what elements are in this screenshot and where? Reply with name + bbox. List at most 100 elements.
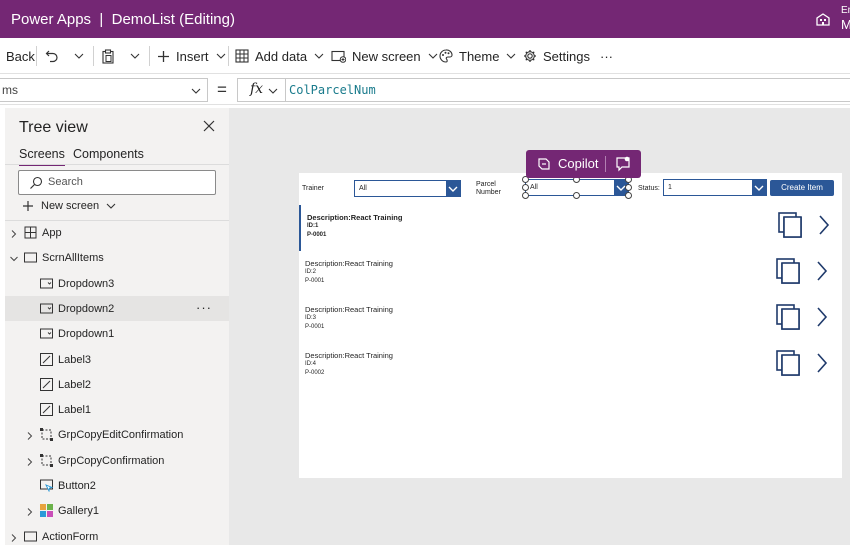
chevron-right-icon[interactable] (816, 353, 828, 373)
copy-icon[interactable] (776, 350, 800, 376)
close-icon[interactable] (203, 120, 215, 132)
back-button[interactable]: Back (6, 38, 35, 74)
dropdown-icon (40, 327, 53, 340)
id-label: ID:3 (305, 315, 317, 321)
chevron-down-icon (754, 185, 764, 191)
plus-icon (23, 201, 33, 211)
app-screen-preview[interactable]: Trainer All Parcel Number All Status: 1 … (299, 173, 842, 478)
gallery-item[interactable]: Description:React Training ID:2 P-0001 (299, 251, 842, 297)
copy-icon[interactable] (776, 258, 800, 284)
copilot-button[interactable]: Copilot (558, 156, 598, 171)
insert-button[interactable]: Insert (157, 38, 226, 74)
undo-button[interactable] (45, 38, 59, 74)
label-icon (40, 377, 53, 391)
tree-item-label: Gallery1 (58, 505, 99, 518)
settings-button[interactable]: Settings (523, 38, 590, 74)
chevron-down-icon (191, 88, 201, 94)
add-data-button[interactable]: Add data (235, 38, 324, 74)
status-dropdown[interactable]: 1 (663, 179, 767, 196)
gallery-item[interactable]: Description:React Training ID:4 P-0002 (299, 343, 842, 389)
paste-button[interactable] (101, 38, 115, 74)
property-selector[interactable]: ms (0, 78, 208, 102)
description-label: Description:React Training (305, 259, 393, 268)
search-placeholder: Search (48, 176, 83, 188)
create-item-button[interactable]: Create Item (770, 180, 834, 196)
database-grid-icon (235, 49, 249, 63)
tree-item-label2[interactable]: Label2 (5, 372, 229, 397)
search-input[interactable]: Search (18, 170, 216, 195)
selection-handle[interactable] (522, 184, 529, 191)
id-label: ID:2 (305, 269, 317, 275)
trainer-dropdown[interactable]: All (354, 180, 461, 197)
button-icon (40, 479, 54, 493)
more-options-button[interactable]: ··· (196, 300, 212, 315)
tree-item-label: ScrnAllItems (42, 252, 104, 265)
description-label: Description:React Training (307, 213, 403, 222)
tree-item-grpcopyeditconfirmation[interactable]: GrpCopyEditConfirmation (5, 422, 229, 447)
chevron-down-icon (428, 53, 438, 59)
app-icon (24, 226, 37, 239)
chevron-right-icon[interactable] (26, 457, 34, 466)
parcel-label: P-0001 (305, 324, 325, 330)
description-label: Description:React Training (305, 351, 393, 360)
divider (36, 46, 37, 66)
theme-label: Theme (459, 48, 500, 64)
environment-name[interactable]: En M (841, 4, 850, 32)
chevron-right-icon[interactable] (818, 215, 830, 235)
gallery-icon (40, 504, 53, 518)
id-label: ID:4 (305, 361, 317, 367)
tree-item-dropdown1[interactable]: Dropdown1 (5, 321, 229, 346)
tree-item-label3[interactable]: Label3 (5, 347, 229, 372)
more-label: ··· (600, 48, 613, 64)
undo-dropdown-button[interactable] (74, 38, 84, 74)
selection-handle[interactable] (573, 192, 580, 199)
new-screen-tree-button[interactable]: New screen (22, 200, 116, 212)
status-dropdown-button[interactable] (752, 180, 766, 195)
chevron-down-icon[interactable] (10, 254, 18, 262)
tree-item-label: GrpCopyConfirmation (58, 454, 165, 467)
chevron-right-icon[interactable] (816, 307, 828, 327)
app-title: Power Apps | DemoList (Editing) (11, 10, 235, 28)
formula-bar: ms = fx ColParcelNum (0, 75, 850, 105)
tree-item-dropdown3[interactable]: Dropdown3 (5, 271, 229, 296)
tree-item-label: Label2 (58, 378, 92, 391)
tree-item-gallery1[interactable]: Gallery1 (5, 498, 229, 523)
tree-item-label1[interactable]: Label1 (5, 397, 229, 422)
tree-item-dropdown2[interactable]: Dropdown2 ··· (5, 295, 229, 321)
chevron-right-icon[interactable] (10, 229, 18, 238)
chevron-right-icon[interactable] (10, 533, 18, 542)
comment-icon[interactable] (615, 156, 631, 172)
environment-icon[interactable] (815, 11, 831, 27)
tree-view-panel: Tree view Screens Components Search New … (5, 108, 229, 545)
chevron-right-icon[interactable] (26, 431, 34, 441)
fx-button[interactable]: fx (237, 78, 285, 102)
gallery-item[interactable]: Description:React Training ID:1 P-0001 (299, 205, 842, 251)
tree-item-grpcopyconfirmation[interactable]: GrpCopyConfirmation (5, 448, 229, 473)
theme-button[interactable]: Theme (439, 38, 516, 74)
gallery-item[interactable]: Description:React Training ID:3 P-0001 (299, 297, 842, 343)
selection-handle[interactable] (625, 192, 632, 199)
chevron-right-icon[interactable] (816, 261, 828, 281)
status-dropdown-value: 1 (668, 184, 672, 191)
tree-view-title: Tree view (19, 119, 88, 136)
divider (228, 46, 229, 66)
copy-icon[interactable] (778, 212, 802, 238)
formula-input[interactable]: ColParcelNum (285, 78, 850, 102)
settings-label: Settings (543, 48, 590, 64)
chevron-down-icon (74, 53, 84, 59)
trainer-dropdown-button[interactable] (446, 181, 460, 196)
new-screen-label: New screen (352, 48, 421, 64)
tab-components[interactable]: Components (73, 147, 144, 161)
parcel-label: P-0001 (307, 232, 327, 238)
selection-handle[interactable] (522, 192, 529, 199)
tree-item-scrnallitems[interactable]: ScrnAllItems (5, 245, 229, 270)
more-commands-button[interactable]: ··· (600, 38, 613, 74)
new-screen-button[interactable]: New screen (331, 38, 438, 74)
tree-item-button2[interactable]: Button2 (5, 473, 229, 498)
tree-item-app[interactable]: App (5, 220, 229, 245)
copy-icon[interactable] (776, 304, 800, 330)
command-bar: Back Insert Add data New screen Theme Se… (0, 38, 850, 74)
chevron-right-icon[interactable] (26, 507, 34, 517)
selection-handle[interactable] (625, 184, 632, 191)
paste-dropdown-button[interactable] (130, 38, 140, 74)
